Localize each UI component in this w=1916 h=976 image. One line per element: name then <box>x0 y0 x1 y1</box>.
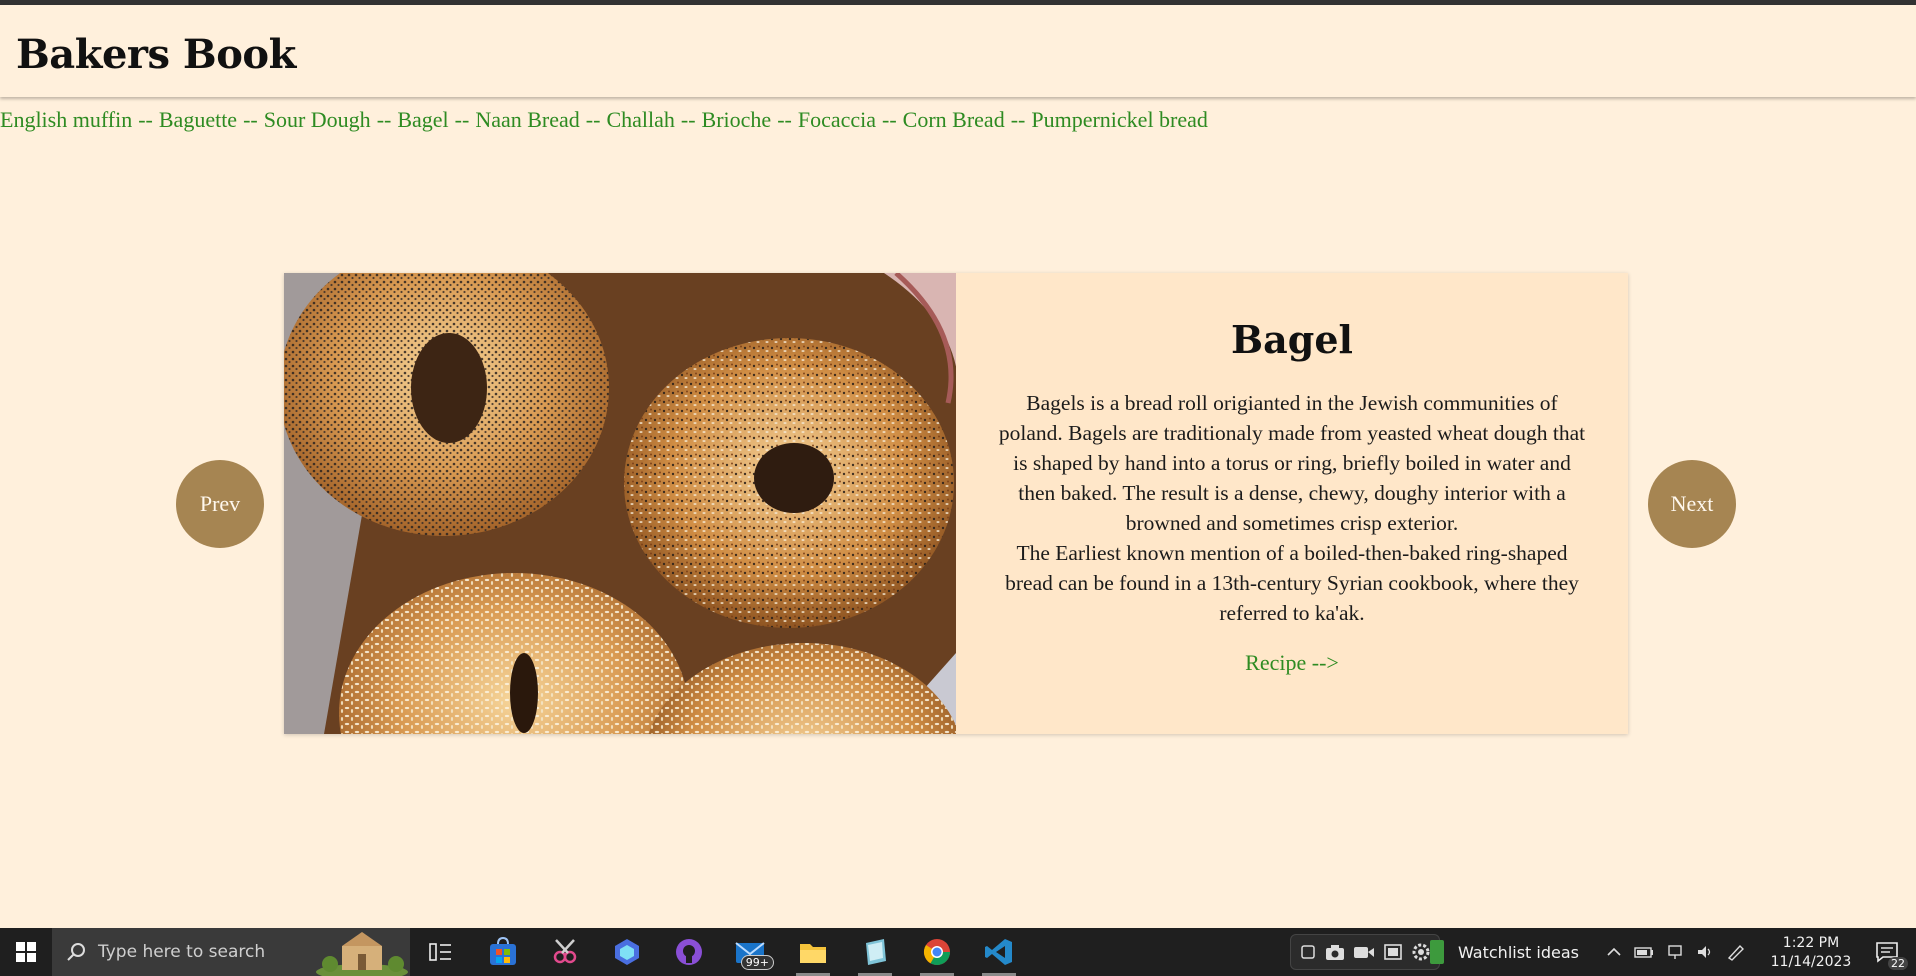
folder-icon <box>800 944 826 963</box>
microsoft-store-icon <box>490 937 516 965</box>
task-view-icon <box>429 943 451 961</box>
site-header: Bakers Book <box>0 5 1916 97</box>
prev-button[interactable]: Prev <box>176 460 264 548</box>
windows-taskbar: Type here to search 99+ Watchlist ideas … <box>0 928 1916 976</box>
taskbar-store[interactable] <box>472 928 534 976</box>
marquee-item[interactable]: Bagel <box>397 107 448 132</box>
clock-date: 11/14/2023 <box>1770 954 1852 970</box>
watchlist-label: Watchlist ideas <box>1458 942 1579 962</box>
search-icon <box>67 943 85 961</box>
bread-title: Bagel <box>1231 317 1353 362</box>
window-icon[interactable] <box>1383 943 1403 961</box>
settings-gear-icon[interactable] <box>1411 942 1431 962</box>
bread-card-body: Bagel Bagels is a bread roll origianted … <box>956 273 1628 734</box>
chrome-icon <box>923 939 951 966</box>
marquee-separator: -- <box>376 107 392 132</box>
start-button[interactable] <box>0 928 52 976</box>
marquee-item[interactable]: Baguette <box>159 107 237 132</box>
taskbar-chrome[interactable] <box>906 928 968 976</box>
marquee-separator: -- <box>454 107 470 132</box>
battery-icon[interactable] <box>1634 944 1654 960</box>
marquee-separator: -- <box>680 107 696 132</box>
network-icon[interactable] <box>1666 944 1684 960</box>
taskbar-github[interactable] <box>658 928 720 976</box>
search-placeholder: Type here to search <box>98 942 266 962</box>
marquee-separator: -- <box>585 107 601 132</box>
bread-description-paragraph-1: Bagels is a bread roll origianted in the… <box>998 391 1586 535</box>
bing-copilot-icon <box>615 939 639 965</box>
capture-toolbar <box>1290 934 1440 970</box>
marquee-separator: -- <box>777 107 792 132</box>
marquee-item[interactable]: Sour Dough <box>264 107 371 132</box>
taskbar-file-explorer[interactable] <box>782 928 844 976</box>
marquee-item[interactable]: Pumpernickel bread <box>1031 107 1208 132</box>
taskbar-search[interactable]: Type here to search <box>52 928 410 976</box>
taskbar-mail[interactable]: 99+ <box>720 928 782 976</box>
marquee-item[interactable]: Challah <box>606 107 674 132</box>
volume-icon[interactable] <box>1696 944 1714 960</box>
task-view-button[interactable] <box>410 928 472 976</box>
taskbar-clock[interactable]: 1:22 PM 11/14/2023 <box>1766 934 1856 972</box>
marquee-separator: -- <box>882 107 897 132</box>
marquee-item[interactable]: English muffin <box>0 107 132 132</box>
bread-marquee: English muffin -- Baguette -- Sour Dough -- Ba… <box>0 107 1208 133</box>
pin-icon[interactable] <box>1299 943 1317 961</box>
recipe-link[interactable]: Recipe --> <box>1245 650 1339 676</box>
windows-logo-icon <box>16 942 36 962</box>
mail-badge: 99+ <box>740 955 774 970</box>
taskbar-widget-watchlist[interactable]: Watchlist ideas <box>1430 928 1579 976</box>
pen-icon[interactable] <box>1726 943 1746 961</box>
marquee-separator: -- <box>138 107 153 132</box>
taskbar-vscode[interactable] <box>968 928 1030 976</box>
bread-description: Bagels is a bread roll origianted in the… <box>992 388 1592 628</box>
bread-card: Bagel Bagels is a bread roll origianted … <box>284 273 1628 734</box>
system-tray <box>1606 928 1746 976</box>
bread-description-paragraph-2: The Earliest known mention of a boiled-t… <box>1005 541 1579 625</box>
taskbar-notes-app[interactable] <box>844 928 906 976</box>
site-title: Bakers Book <box>16 31 296 78</box>
notes-icon <box>866 939 886 965</box>
bagel-photo <box>284 273 956 734</box>
clock-time: 1:22 PM <box>1782 935 1840 951</box>
marquee-separator: -- <box>1010 107 1026 132</box>
marquee-item[interactable]: Brioche <box>702 107 772 132</box>
next-button[interactable]: Next <box>1648 460 1736 548</box>
marquee-item[interactable]: Corn Bread <box>903 107 1005 132</box>
github-icon <box>676 939 702 965</box>
camera-icon[interactable] <box>1325 943 1345 961</box>
taskbar-copilot[interactable] <box>596 928 658 976</box>
marquee-separator: -- <box>243 107 258 132</box>
chevron-up-icon[interactable] <box>1606 944 1622 960</box>
notification-count: 22 <box>1888 957 1908 970</box>
marquee-item[interactable]: Naan Bread <box>475 107 579 132</box>
stocks-icon <box>1430 940 1444 964</box>
marquee-item[interactable]: Focaccia <box>798 107 876 132</box>
snipping-tool-icon <box>553 939 577 964</box>
notification-center-button[interactable]: 22 <box>1858 928 1916 976</box>
taskbar-snipping-tool[interactable] <box>534 928 596 976</box>
vscode-icon <box>985 939 1012 965</box>
video-icon[interactable] <box>1353 943 1375 961</box>
search-highlight-image <box>312 928 410 976</box>
